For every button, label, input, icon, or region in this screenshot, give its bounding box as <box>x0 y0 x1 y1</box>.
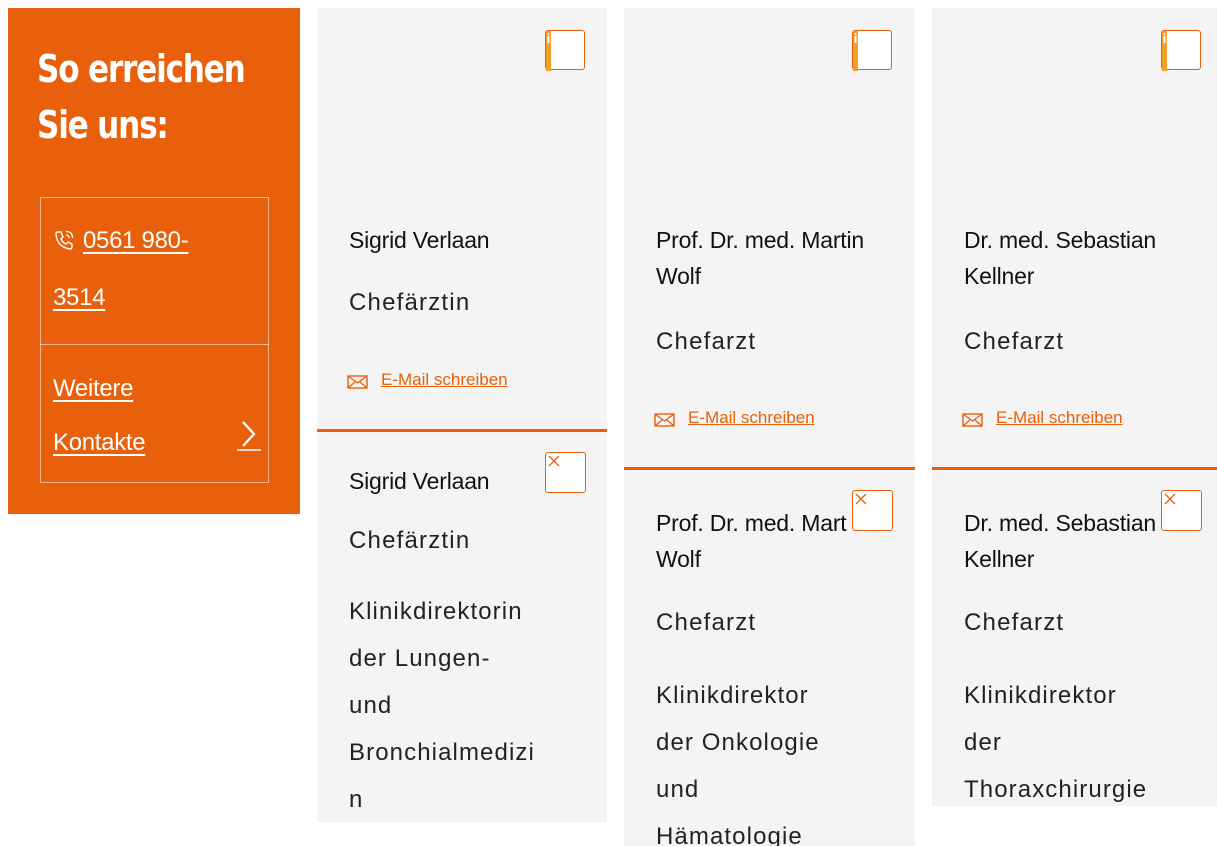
close-icon <box>855 493 867 505</box>
doctor-name-line: Dr. med. Sebastian <box>964 227 1157 253</box>
phone-number-part: 0561 980- <box>83 227 189 254</box>
doctor-name-line: Sigrid Verlaan <box>349 227 490 253</box>
description-line: Klinikdirektor <box>656 682 809 709</box>
doctor-card-back: Prof. Dr. med. Mart Wolf Chefarzt Klinik… <box>624 467 915 846</box>
phone-icon <box>53 217 77 271</box>
info-button[interactable]: i <box>1161 30 1201 71</box>
doctor-description: Klinikdirektor der Thoraxchirurgie <box>964 672 1147 813</box>
more-contacts-box: Weitere Kontakte <box>40 344 269 483</box>
info-button[interactable]: i <box>852 30 892 71</box>
info-button[interactable]: i <box>545 30 585 71</box>
envelope-icon <box>654 413 675 427</box>
more-contacts-label: Weitere <box>53 375 134 402</box>
contact-title: So erreichen Sie uns: <box>37 41 246 153</box>
doctor-card-back: Dr. med. Sebastian Kellner Chefarzt Klin… <box>932 467 1217 806</box>
email-link-label: E-Mail schreiben <box>996 408 1123 427</box>
contact-title-line: Sie uns: <box>37 103 169 147</box>
email-link-label: E-Mail schreiben <box>381 370 508 389</box>
close-button[interactable] <box>852 490 893 531</box>
doctor-name: Sigrid Verlaan <box>349 222 490 258</box>
doctor-name-line: Prof. Dr. med. Martin <box>656 227 864 253</box>
description-line: der Onkologie <box>656 729 820 756</box>
phone-number-part: 3514 <box>53 284 106 311</box>
description-line: Klinikdirektor <box>964 682 1117 709</box>
close-button[interactable] <box>1161 490 1202 531</box>
doctor-name: Prof. Dr. med. Martin Wolf <box>656 222 864 294</box>
doctor-name: Prof. Dr. med. Mart Wolf <box>656 505 847 577</box>
doctor-role: Chefarzt <box>964 609 1065 636</box>
doctor-role: Chefarzt <box>656 328 757 355</box>
doctor-name: Dr. med. Sebastian Kellner <box>964 505 1156 577</box>
doctor-name-line: Kellner <box>964 263 1035 289</box>
more-contacts-label: Kontakte <box>53 429 146 456</box>
doctor-card-front: i Prof. Dr. med. Martin Wolf Chefarzt E-… <box>624 8 915 467</box>
phone-contact-box: 0561 980- 3514 <box>40 197 269 345</box>
doctor-role: Chefarzt <box>964 328 1065 355</box>
description-line: der <box>964 729 1002 756</box>
description-line: Hämatologie <box>656 823 803 846</box>
description-line: der Lungen- <box>349 645 491 672</box>
doctor-card-front: i Dr. med. Sebastian Kellner Chefarzt E-… <box>932 8 1217 467</box>
doctor-role: Chefarzt <box>656 609 757 636</box>
doctor-role: Chefärztin <box>349 289 471 316</box>
close-icon <box>548 455 560 467</box>
contact-panel: So erreichen Sie uns: 0561 980- 3514 Wei… <box>8 8 300 514</box>
phone-link[interactable]: 0561 980- 3514 <box>53 214 253 325</box>
email-link-label: E-Mail schreiben <box>688 408 815 427</box>
doctor-name-line: Dr. med. Sebastian <box>964 510 1157 536</box>
envelope-icon <box>347 375 368 389</box>
doctor-name: Dr. med. Sebastian Kellner <box>964 222 1156 294</box>
doctor-name: Sigrid Verlaan <box>349 468 490 494</box>
description-line: Thoraxchirurgie <box>964 776 1148 803</box>
description-line: und <box>656 776 700 803</box>
doctor-name-line: Wolf <box>656 546 701 572</box>
chevron-right-icon[interactable] <box>237 416 261 452</box>
doctor-name-line: Prof. Dr. med. Mart <box>656 510 847 536</box>
info-icon: i <box>546 31 551 71</box>
description-line: Klinikdirektorin <box>349 598 523 625</box>
doctor-role: Chefärztin <box>349 527 471 554</box>
doctor-name-line: Wolf <box>656 263 701 289</box>
description-line: n <box>349 786 364 813</box>
info-icon: i <box>853 31 858 71</box>
description-line: und <box>349 692 393 719</box>
envelope-icon <box>962 413 983 427</box>
doctor-description: Klinikdirektor der Onkologie und Hämatol… <box>656 672 820 846</box>
doctor-card-front: i Sigrid Verlaan Chefärztin E-Mail schre… <box>317 8 607 429</box>
description-line: Bronchialmedizi <box>349 739 535 766</box>
doctor-card-back: Sigrid Verlaan Chefärztin Klinikdirektor… <box>317 429 607 822</box>
doctor-description: Klinikdirektorin der Lungen- und Bronchi… <box>349 588 535 823</box>
info-icon: i <box>1162 31 1167 71</box>
doctor-name-line: Kellner <box>964 546 1035 572</box>
close-button[interactable] <box>545 452 586 493</box>
contact-title-line: So erreichen <box>37 47 246 91</box>
close-icon <box>1164 493 1176 505</box>
more-contacts-link[interactable]: Weitere Kontakte <box>53 362 193 470</box>
